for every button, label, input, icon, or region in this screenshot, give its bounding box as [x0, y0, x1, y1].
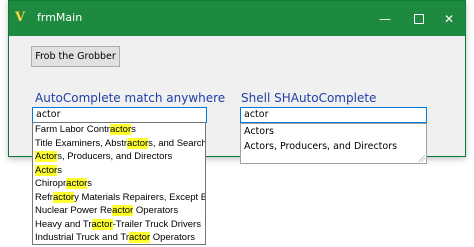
match-highlight: actor — [112, 205, 134, 216]
suggestion-text: s — [57, 164, 62, 176]
close-button[interactable]: ✕ — [431, 1, 467, 36]
suggestion-text: Title Examiners, Abstr — [35, 137, 128, 149]
match-highlight: actor — [52, 191, 75, 203]
resize-grip-icon[interactable] — [417, 154, 425, 162]
suggestion-text: Nuclear Power Re — [35, 205, 113, 216]
shell-autocomplete-input[interactable]: actor — [240, 107, 427, 123]
suggestion-text: s, and Searchers — [148, 137, 206, 149]
suggestion-text: Operators — [150, 232, 195, 243]
match-highlight: actor — [128, 232, 151, 243]
match-highlight: actor — [66, 178, 88, 189]
suggestion-text: y Materials Repairers, Except Brickma — [74, 191, 205, 203]
suggestion-text: Heavy and Tr — [35, 218, 92, 230]
window-title: frmMain — [37, 11, 83, 24]
suggestion-text: -Trailer Truck Drivers — [112, 218, 201, 230]
minimize-button[interactable]: — — [367, 1, 403, 36]
maximize-icon — [414, 13, 424, 24]
suggestion-item[interactable]: Actors — [33, 164, 205, 178]
app-icon[interactable]: V — [15, 10, 31, 26]
shell-suggestion-list: Actors Actors, Producers, and Directors — [240, 123, 427, 164]
match-highlight: actor — [127, 137, 149, 149]
suggestion-item[interactable]: Title Examiners, Abstractors, and Search… — [33, 137, 205, 151]
autocomplete-anywhere-input[interactable]: actor — [32, 107, 207, 123]
match-highlight: Actor — [35, 164, 58, 176]
suggestion-text: Farm Labor Contr — [35, 124, 110, 135]
shell-autocomplete-label: Shell SHAutoComplete — [241, 91, 377, 105]
shell-suggestion-item[interactable]: Actors — [241, 125, 426, 139]
title-bar[interactable]: V frmMain — ✕ — [9, 1, 465, 36]
match-highlight: actor — [109, 124, 132, 135]
suggestion-text: s — [131, 124, 136, 135]
suggestion-text: Industrial Truck and Tr — [35, 232, 129, 243]
suggestion-text: Chiropr — [35, 178, 67, 189]
suggestion-text: s, Producers, and Directors — [57, 151, 173, 162]
suggestion-item[interactable]: Refractory Materials Repairers, Except B… — [33, 191, 205, 205]
suggestion-item[interactable]: Actors, Producers, and Directors — [33, 150, 205, 164]
suggestion-item[interactable]: Industrial Truck and Tractor Operators — [33, 231, 205, 244]
anywhere-suggestion-list: Farm Labor Contractors Title Examiners, … — [32, 122, 206, 245]
minimize-icon: — — [379, 11, 391, 26]
suggestion-text: Operators — [133, 205, 179, 216]
autocomplete-anywhere-label: AutoComplete match anywhere — [35, 91, 226, 105]
shell-suggestion-item[interactable]: Actors, Producers, and Directors — [241, 140, 426, 154]
match-highlight: Actor — [35, 151, 58, 162]
suggestion-text: s — [87, 178, 93, 189]
frob-button[interactable]: Frob the Grobber — [31, 46, 120, 67]
suggestion-text: Refr — [35, 191, 53, 203]
suggestion-item[interactable]: Chiropractors — [33, 177, 205, 191]
close-icon: ✕ — [443, 11, 455, 26]
match-highlight: actor — [91, 218, 113, 230]
suggestion-item[interactable]: Nuclear Power Reactor Operators — [33, 204, 205, 218]
suggestion-item[interactable]: Farm Labor Contractors — [33, 123, 205, 137]
suggestion-item[interactable]: Heavy and Tractor-Trailer Truck Drivers — [33, 218, 205, 232]
